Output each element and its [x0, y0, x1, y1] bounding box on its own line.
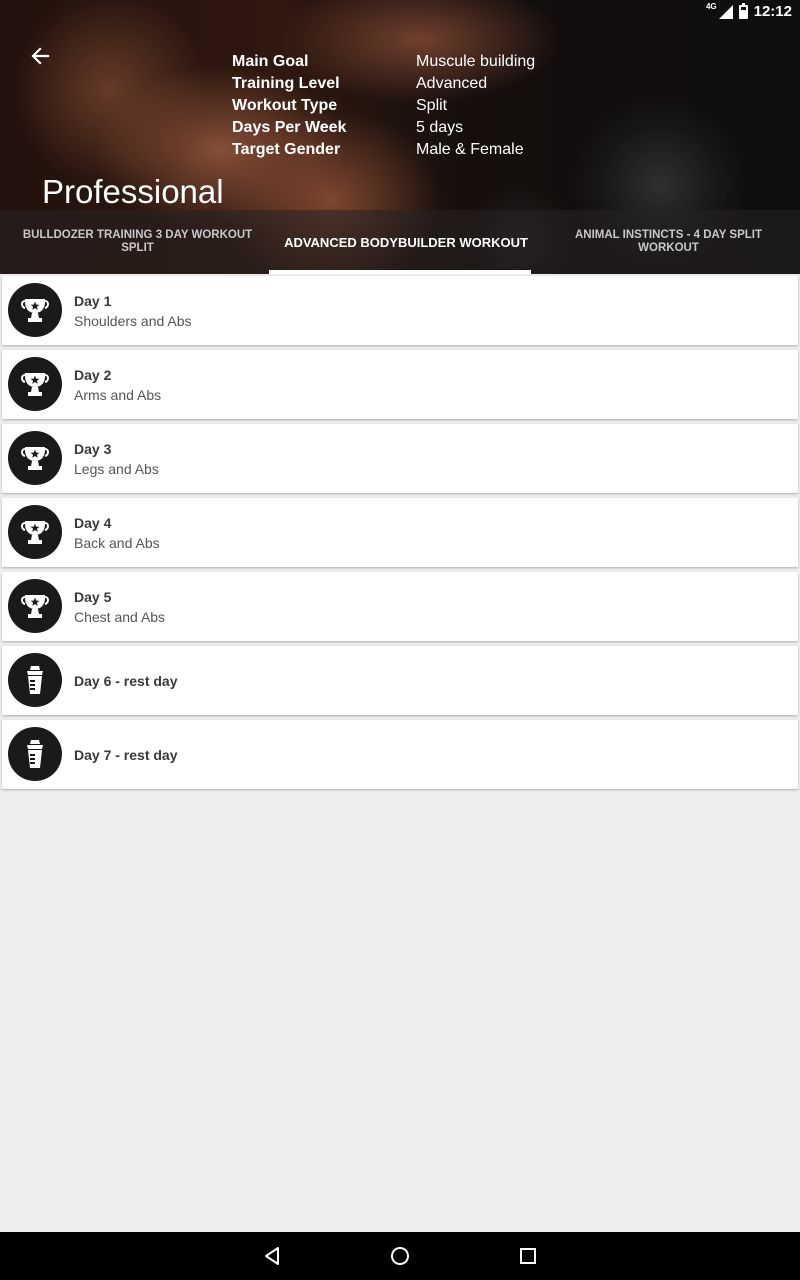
- list-item[interactable]: Day 5 Chest and Abs: [2, 572, 798, 641]
- trophy-icon: [8, 431, 62, 485]
- nav-home-button[interactable]: [388, 1244, 412, 1268]
- day-subtitle: Arms and Abs: [74, 386, 162, 403]
- recents-square-icon: [520, 1248, 536, 1264]
- list-item[interactable]: Day 7 - rest day: [2, 720, 798, 789]
- info-key: Workout Type: [232, 97, 338, 114]
- arrow-left-icon: [31, 47, 50, 65]
- tab-indicator: [269, 270, 531, 274]
- list-item[interactable]: Day 6 - rest day: [2, 646, 798, 715]
- info-row: Days Per Week 5 days: [232, 117, 535, 139]
- page-title: Professional: [42, 173, 224, 210]
- list-item-text: Day 4 Back and Abs: [74, 498, 160, 567]
- day-title: Day 6 - rest day: [74, 672, 178, 689]
- back-triangle-icon: [265, 1247, 279, 1265]
- info-value: 5 days: [416, 119, 464, 136]
- trophy-icon: [8, 505, 62, 559]
- trophy-icon: [8, 283, 62, 337]
- tab-advanced-bodybuilder[interactable]: ADVANCED BODYBUILDER WORKOUT: [275, 210, 537, 274]
- list-item-text: Day 2 Arms and Abs: [74, 350, 161, 419]
- trophy-icon: [8, 357, 62, 411]
- info-row: Target Gender Male & Female: [232, 139, 535, 161]
- day-subtitle: Legs and Abs: [74, 460, 159, 477]
- day-title: Day 7 - rest day: [74, 746, 178, 763]
- list-item[interactable]: Day 3 Legs and Abs: [2, 424, 798, 493]
- list-item[interactable]: Day 4 Back and Abs: [2, 498, 798, 567]
- nav-recents-button[interactable]: [516, 1244, 540, 1268]
- back-button[interactable]: [26, 42, 54, 70]
- day-title: Day 1: [74, 292, 112, 309]
- info-value: Split: [416, 97, 448, 114]
- tab-animal-instincts[interactable]: ANIMAL INSTINCTS - 4 DAY SPLIT WORKOUT: [537, 210, 800, 274]
- day-title: Day 3: [74, 440, 112, 457]
- day-title: Day 5: [74, 588, 112, 605]
- day-subtitle: Back and Abs: [74, 534, 160, 551]
- tab-bar: BULLDOZER TRAINING 3 DAY WORKOUT SPLIT A…: [0, 210, 800, 274]
- navigation-bar: [0, 1232, 800, 1280]
- info-value: Advanced: [416, 75, 488, 92]
- status-bar: 4G 12:12: [0, 0, 800, 24]
- signal-icon: [718, 4, 733, 19]
- list-item-text: Day 1 Shoulders and Abs: [74, 276, 192, 345]
- header-banner: 4G 12:12 Main Goal Muscule building Trai…: [0, 0, 800, 274]
- plan-info: Main Goal Muscule building Training Leve…: [232, 51, 535, 161]
- shaker-icon: [8, 727, 62, 781]
- list-item-text: Day 5 Chest and Abs: [74, 572, 165, 641]
- list-item-text: Day 3 Legs and Abs: [74, 424, 159, 493]
- battery-icon: [738, 2, 748, 19]
- day-subtitle: Shoulders and Abs: [74, 312, 192, 329]
- info-value: Male & Female: [416, 141, 524, 158]
- network-type: 4G: [705, 2, 717, 11]
- tab-label: BULLDOZER TRAINING 3 DAY WORKOUT SPLIT: [22, 229, 253, 254]
- info-key: Days Per Week: [232, 119, 347, 136]
- info-key: Main Goal: [232, 53, 309, 70]
- info-value: Muscule building: [416, 53, 536, 70]
- home-circle-icon: [391, 1247, 409, 1265]
- list-item[interactable]: Day 1 Shoulders and Abs: [2, 276, 798, 345]
- list-item[interactable]: Day 2 Arms and Abs: [2, 350, 798, 419]
- nav-back-button[interactable]: [260, 1244, 284, 1268]
- info-key: Training Level: [232, 75, 340, 92]
- day-title: Day 2: [74, 366, 112, 383]
- day-title: Day 4: [74, 514, 112, 531]
- shaker-icon: [8, 653, 62, 707]
- tab-label: ANIMAL INSTINCTS - 4 DAY SPLIT WORKOUT: [574, 229, 762, 254]
- trophy-icon: [8, 579, 62, 633]
- list-item-text: Day 7 - rest day: [74, 720, 178, 789]
- list-item-text: Day 6 - rest day: [74, 646, 178, 715]
- info-row: Training Level Advanced: [232, 73, 535, 95]
- day-subtitle: Chest and Abs: [74, 608, 166, 625]
- tab-label: ADVANCED BODYBUILDER WORKOUT: [284, 234, 528, 250]
- day-list: Day 1 Shoulders and Abs Day 2 Arms and A…: [2, 276, 798, 794]
- info-key: Target Gender: [232, 141, 341, 158]
- status-icons: 4G 12:12: [705, 2, 792, 20]
- info-row: Workout Type Split: [232, 95, 535, 117]
- tab-bulldozer-training[interactable]: BULLDOZER TRAINING 3 DAY WORKOUT SPLIT: [0, 210, 275, 274]
- status-time: 12:12: [753, 3, 792, 20]
- info-row: Main Goal Muscule building: [232, 51, 535, 73]
